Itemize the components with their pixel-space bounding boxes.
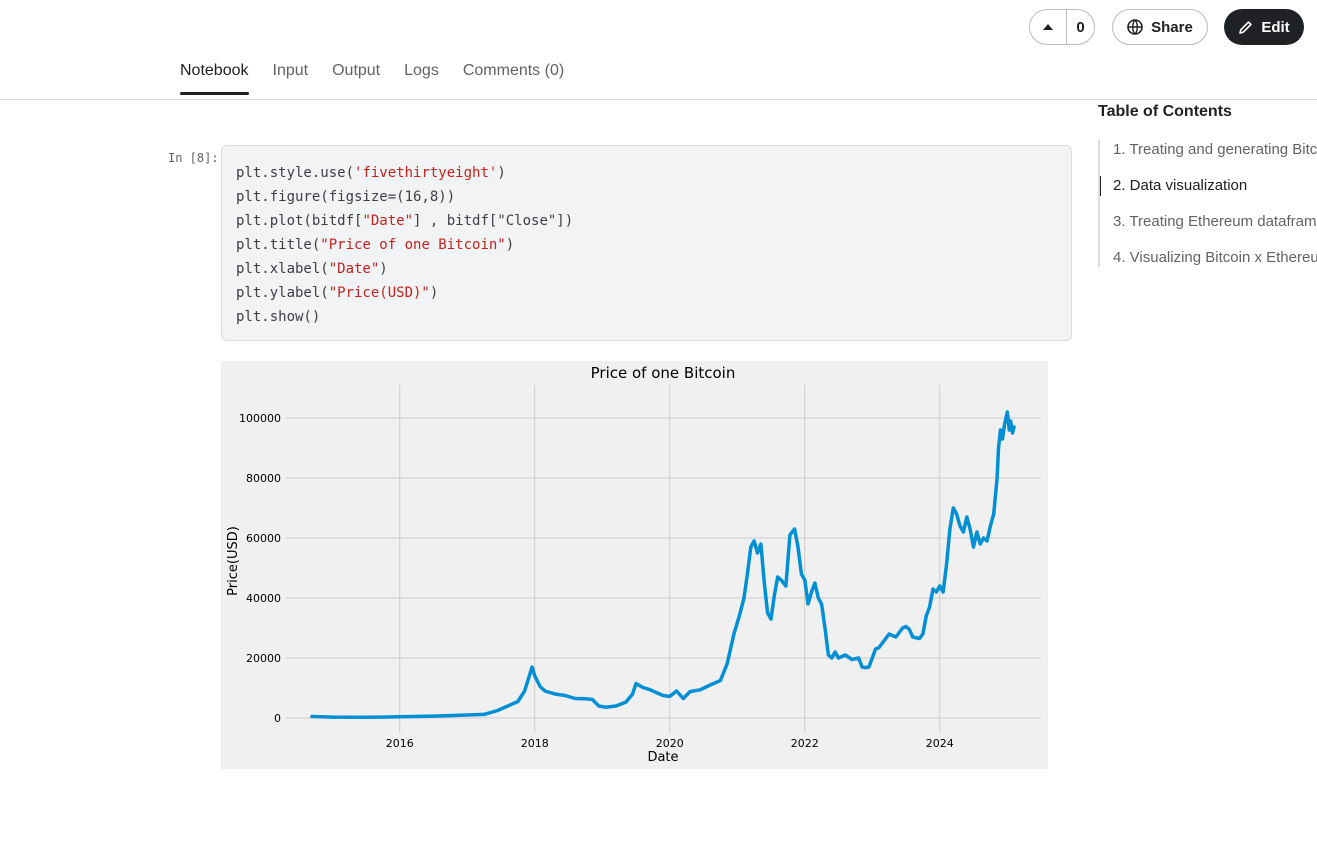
- code-line: plt.show(): [236, 309, 321, 325]
- x-tick-label: 2018: [521, 737, 549, 750]
- y-tick-label: 0: [274, 712, 281, 725]
- y-tick-label: 80000: [246, 472, 281, 485]
- y-tick-label: 100000: [239, 412, 281, 425]
- code-line: plt.figure(figsize=(16,8)): [236, 189, 456, 205]
- output-plot: 0 20000 40000 60000 80000 100000 2016 2018 2020…: [221, 361, 1048, 769]
- y-tick-label: 20000: [246, 652, 281, 665]
- pencil-icon: [1239, 20, 1253, 34]
- vote-control: 0: [1029, 9, 1095, 45]
- share-button[interactable]: Share: [1112, 9, 1208, 45]
- upvote-button[interactable]: [1030, 10, 1067, 44]
- edit-label: Edit: [1261, 18, 1290, 36]
- table-of-contents: 1. Treating and generating Bitcoin dataf…: [1098, 140, 1317, 267]
- x-axis-label: Date: [647, 750, 678, 765]
- toc-item-visualizing-bitcoin-ethereum[interactable]: 4. Visualizing Bitcoin x Ethereum: [1100, 248, 1317, 267]
- toc-item-treating-ethereum[interactable]: 3. Treating Ethereum dataframe: [1100, 212, 1317, 248]
- tab-input[interactable]: Input: [273, 62, 309, 93]
- toc-item-treating-bitcoin[interactable]: 1. Treating and generating Bitcoin dataf…: [1100, 140, 1317, 176]
- caret-up-icon: [1043, 24, 1053, 30]
- code-line: plt.plot(bitdf["Date"] , bitdf["Close"]): [236, 213, 574, 229]
- code-line: plt.ylabel("Price(USD)"): [236, 285, 439, 301]
- tab-logs[interactable]: Logs: [404, 62, 439, 93]
- y-tick-label: 40000: [246, 592, 281, 605]
- chart-background: [221, 361, 1048, 769]
- line-chart: 0 20000 40000 60000 80000 100000 2016 2018 2020…: [221, 361, 1048, 769]
- code-line: plt.xlabel("Date"): [236, 261, 388, 277]
- code-line: plt.title("Price of one Bitcoin"): [236, 237, 515, 253]
- chart-title: Price of one Bitcoin: [591, 364, 736, 382]
- x-tick-label: 2022: [791, 737, 819, 750]
- cell-prompt: In [8]:: [168, 151, 219, 165]
- x-tick-label: 2020: [656, 737, 684, 750]
- y-tick-label: 60000: [246, 532, 281, 545]
- notebook-tabs: Notebook Input Output Logs Comments (0): [180, 62, 564, 95]
- tab-comments[interactable]: Comments (0): [463, 62, 564, 93]
- tab-output[interactable]: Output: [332, 62, 380, 93]
- share-label: Share: [1151, 18, 1193, 36]
- toc-item-data-visualization[interactable]: 2. Data visualization: [1100, 176, 1317, 212]
- y-axis-label: Price(USD): [226, 526, 241, 596]
- tabs-divider: [0, 99, 1317, 100]
- tab-notebook[interactable]: Notebook: [180, 62, 249, 95]
- globe-icon: [1127, 19, 1143, 35]
- toc-title: Table of Contents: [1098, 103, 1232, 120]
- code-cell[interactable]: plt.style.use('fivethirtyeight') plt.fig…: [221, 145, 1072, 341]
- vote-count: 0: [1076, 18, 1085, 36]
- edit-button[interactable]: Edit: [1224, 9, 1304, 45]
- x-tick-label: 2016: [386, 737, 414, 750]
- code-line: plt.style.use('fivethirtyeight'): [236, 165, 506, 181]
- x-tick-label: 2024: [926, 737, 954, 750]
